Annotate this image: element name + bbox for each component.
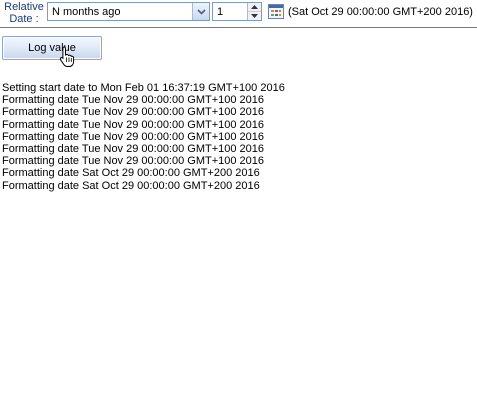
log-line: Formatting date Sat Oct 29 00:00:00 GMT+… xyxy=(2,167,260,180)
log-line: Formatting date Tue Nov 29 00:00:00 GMT+… xyxy=(2,106,265,119)
amount-stepper[interactable]: 1 xyxy=(212,2,262,21)
hand-pointer-icon xyxy=(58,46,78,68)
log-line: Formatting date Sat Oct 29 00:00:00 GMT+… xyxy=(2,179,260,192)
relative-date-label-line1: Relative xyxy=(4,1,44,13)
relative-date-label-line2: Date : xyxy=(9,13,39,25)
caret-up-icon[interactable] xyxy=(248,3,261,12)
relative-mode-select[interactable]: N months ago xyxy=(47,2,210,21)
chevron-down-icon[interactable] xyxy=(192,3,209,20)
log-line: Formatting date Tue Nov 29 00:00:00 GMT+… xyxy=(2,130,265,143)
amount-value[interactable]: 1 xyxy=(217,6,223,18)
log-line: Formatting date Tue Nov 29 00:00:00 GMT+… xyxy=(2,155,265,168)
log-value-button[interactable]: Log value xyxy=(2,36,102,60)
log-line: Formatting date Tue Nov 29 00:00:00 GMT+… xyxy=(2,118,265,131)
resolved-date-text: (Sat Oct 29 00:00:00 GMT+200 2016) xyxy=(288,6,473,18)
amount-spin-buttons xyxy=(247,3,261,20)
relative-mode-selected: N months ago xyxy=(52,6,121,18)
calendar-icon[interactable] xyxy=(268,4,284,19)
relative-date-panel: Relative Date : N months ago 1 (Sat Oct … xyxy=(0,0,477,28)
relative-date-label: Relative Date : xyxy=(2,1,46,26)
log-line: Setting start date to Mon Feb 01 16:37:1… xyxy=(2,82,285,94)
log-output: Setting start date to Mon Feb 01 16:37:1… xyxy=(2,82,285,192)
log-line: Formatting date Tue Nov 29 00:00:00 GMT+… xyxy=(2,94,265,107)
caret-down-icon[interactable] xyxy=(248,12,261,20)
log-line: Formatting date Tue Nov 29 00:00:00 GMT+… xyxy=(2,143,265,156)
